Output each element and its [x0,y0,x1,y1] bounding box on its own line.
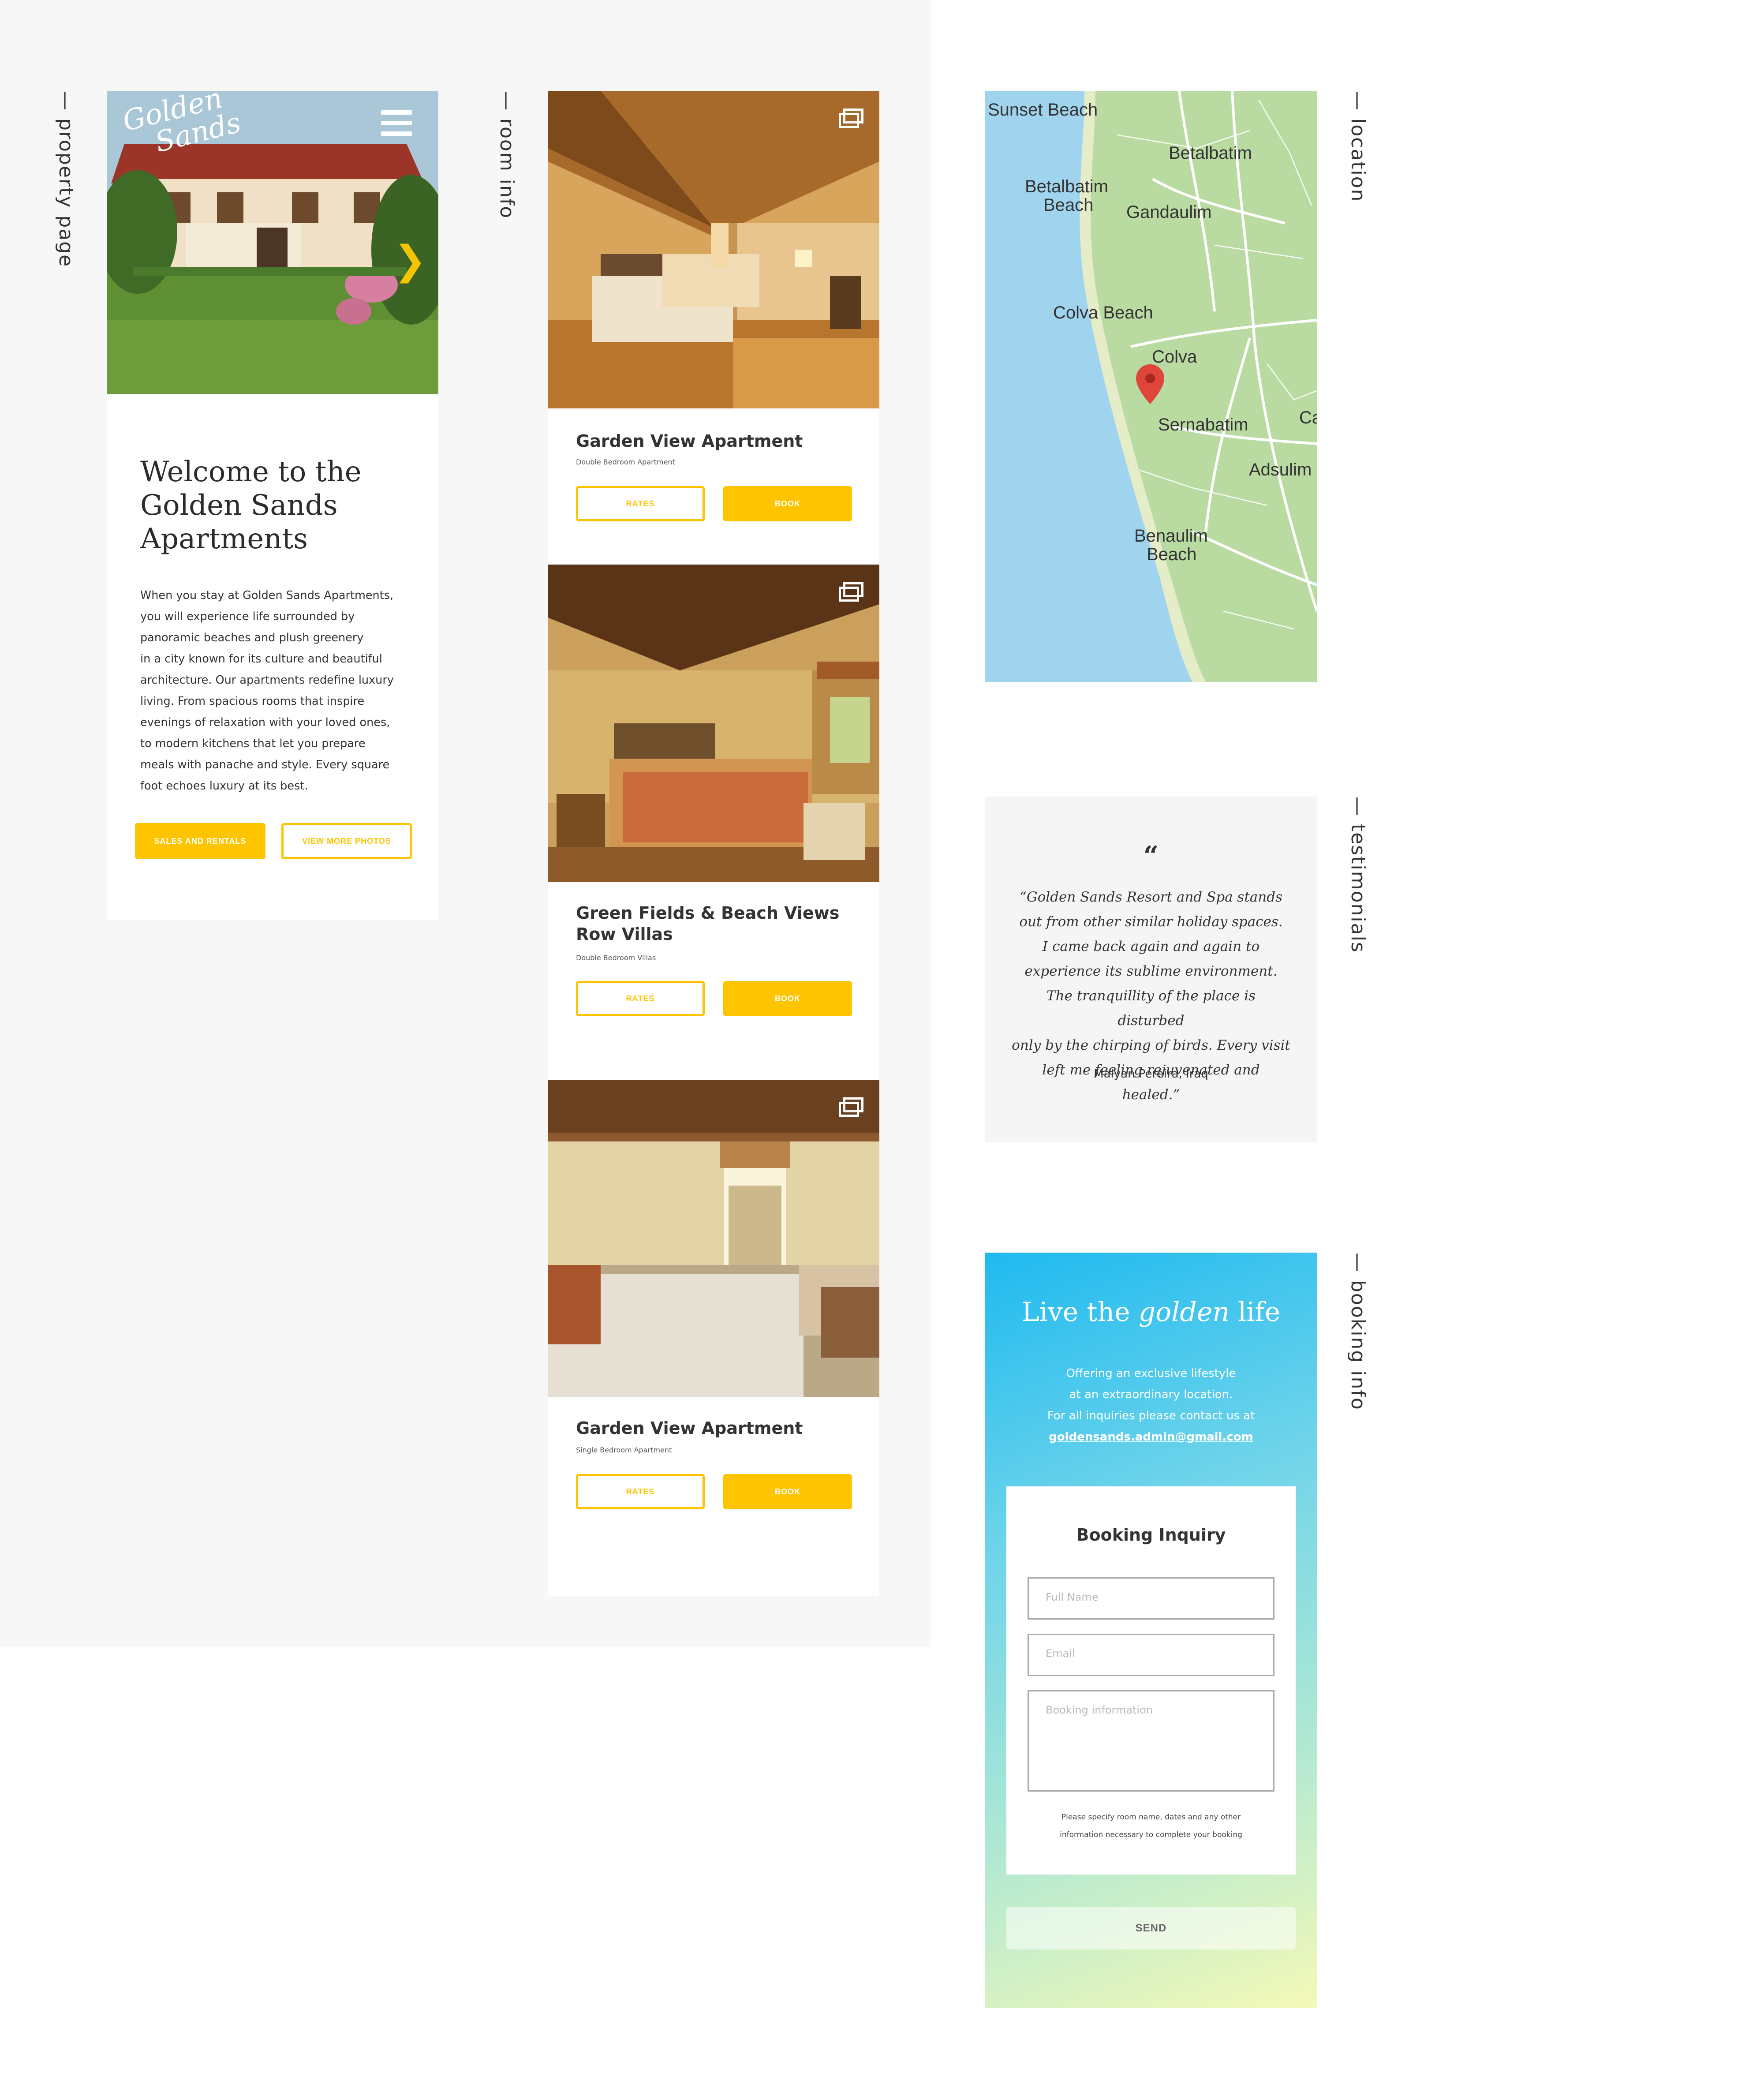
booking-heading: Live the golden life [1021,1297,1281,1328]
section-label-location: — location [1347,91,1369,202]
map-label: Beach [1043,195,1094,215]
map-label: Adsulim [1249,460,1312,479]
send-button[interactable]: SEND [1006,1907,1296,1950]
location-map[interactable]: Sunset Beach Betalbatim Betalbatim Beach… [985,91,1317,682]
quote-icon: “ [1143,841,1159,872]
bedroom-photo-1 [548,91,879,408]
room-title: Green Fields & Beach Views Row Villas [576,903,840,944]
rates-button[interactable]: RATES [576,981,705,1016]
gallery-icon[interactable] [839,582,863,602]
section-label-rooms: — room info [496,91,518,219]
map-label: Colva Beach [1053,303,1153,322]
sales-and-rentals-button[interactable]: SALES AND RENTALS [135,823,265,859]
testimonial-author: Malyan Pereira, Iraq [1094,1067,1208,1081]
room-subtitle: Single Bedroom Apartment [576,1446,672,1454]
map-label: Colva [1152,347,1197,367]
map-pin-icon[interactable] [1136,364,1164,404]
room-photo[interactable] [548,91,879,408]
booking-information-field[interactable]: Booking information [1028,1690,1274,1792]
book-button[interactable]: BOOK [723,981,852,1016]
map-label: Gandaulim [1126,202,1212,222]
section-label-testimonials: — testimonials [1347,797,1369,953]
contact-email-link[interactable]: goldensands.admin@gmail.com [985,1426,1317,1448]
room-photo[interactable] [548,1080,879,1397]
book-button[interactable]: BOOK [723,486,852,521]
intro-paragraph: When you stay at Golden Sands Apartments… [140,589,394,793]
room-photo[interactable] [548,565,879,882]
book-button[interactable]: BOOK [723,1474,852,1509]
bedroom-photo-3 [548,1080,879,1397]
section-label-property: — property page [55,91,77,268]
property-page-screen: Golden Sands ❯ Welcome to the Golden San… [107,91,438,920]
map-label: Ca [1299,408,1317,427]
rates-button[interactable]: RATES [576,486,705,521]
room-subtitle: Double Bedroom Villas [576,954,656,962]
page-title: Welcome to the Golden Sands Apartments [140,456,362,555]
room-title: Garden View Apartment [576,431,803,451]
map-label: Beach [1147,545,1197,564]
testimonial-card: “ “Golden Sands Resort and Spa stands ou… [985,797,1317,1142]
email-field[interactable]: Email [1028,1634,1274,1676]
form-help-text: Please specify room name, dates and any … [1060,1813,1242,1839]
booking-contact-info: Offering an exclusive lifestyle at an ex… [985,1363,1317,1448]
section-label-booking: — booking info [1347,1253,1369,1411]
full-name-field[interactable]: Full Name [1028,1577,1274,1620]
room-subtitle: Double Bedroom Apartment [576,458,675,466]
map-label: Benaulim [1134,526,1208,546]
booking-form: Booking Inquiry Full Name Email Booking … [1006,1486,1296,1875]
map-label: Sunset Beach [988,100,1098,120]
rates-button[interactable]: RATES [576,1474,705,1509]
form-title: Booking Inquiry [1076,1525,1226,1545]
chevron-right-icon[interactable]: ❯ [393,241,426,281]
view-more-photos-button[interactable]: VIEW MORE PHOTOS [281,823,412,859]
gallery-icon[interactable] [839,1097,863,1117]
room-info-screen: Garden View Apartment Double Bedroom Apa… [548,91,879,1596]
map-label: Betalbatim [1169,143,1252,163]
hamburger-menu-icon[interactable] [381,110,412,137]
room-title: Garden View Apartment [576,1418,803,1438]
map-label: Betalbatim [1025,177,1108,196]
booking-screen: Live the golden life Offering an exclusi… [985,1253,1317,2008]
bedroom-photo-2 [548,565,879,882]
map-label: Sernabatim [1158,415,1248,434]
gallery-icon[interactable] [839,109,863,128]
hero-image: Golden Sands ❯ [107,91,438,394]
